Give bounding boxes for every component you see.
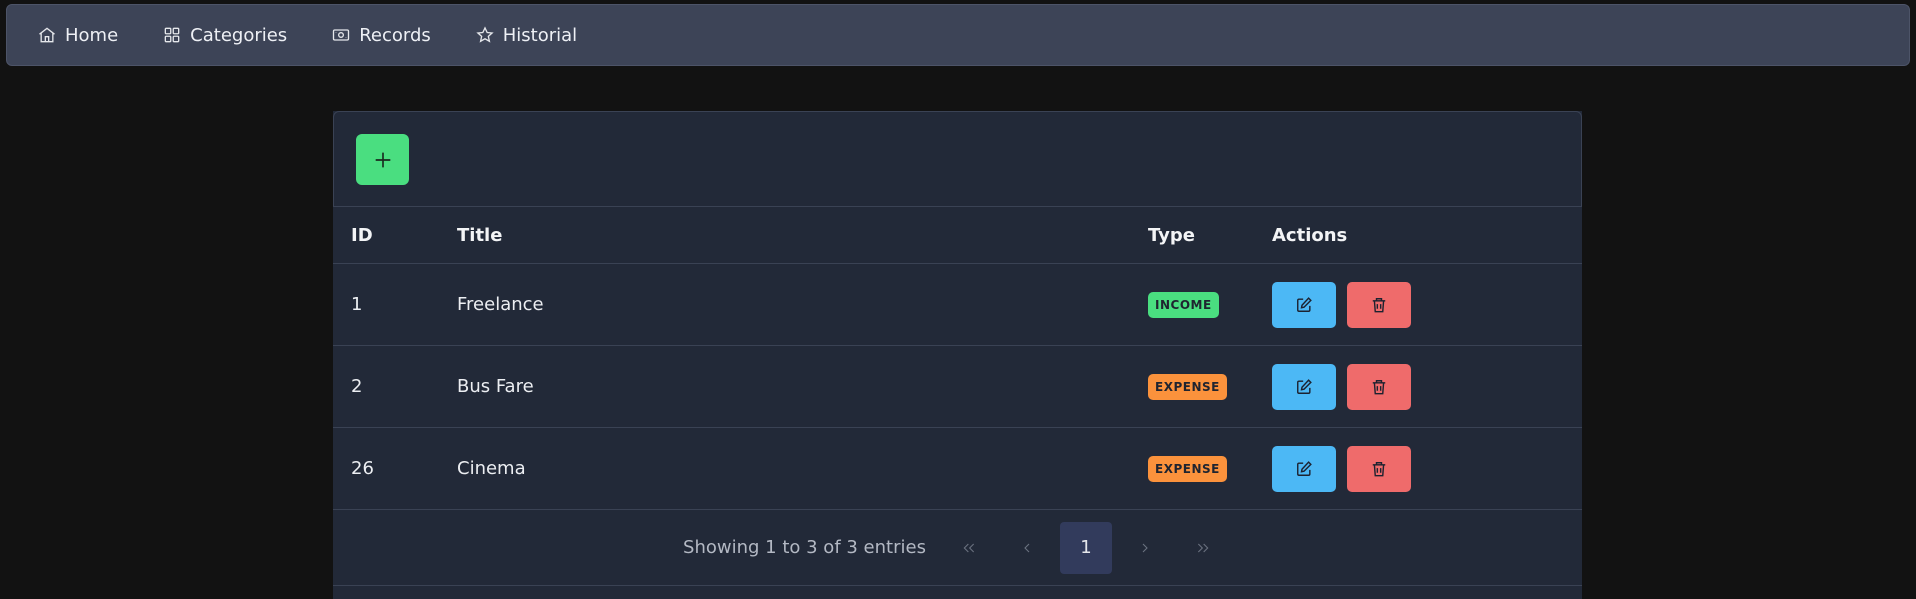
cell-id: 26 <box>351 458 374 479</box>
nav-item-label: Categories <box>190 24 288 46</box>
edit-icon <box>1297 460 1312 476</box>
top-navbar: Home Categories Records Historial <box>6 4 1910 66</box>
next-page-button[interactable] <box>1116 522 1174 574</box>
trash-icon <box>1372 297 1386 312</box>
money-icon <box>333 29 350 41</box>
table-header: ID Title Type Actions <box>333 207 1582 264</box>
nav-item-historial[interactable]: Historial <box>475 25 577 46</box>
cell-id: 2 <box>351 376 363 397</box>
prev-page-button[interactable] <box>998 522 1056 574</box>
cell-id: 1 <box>351 294 363 315</box>
nav-item-label: Historial <box>502 24 578 46</box>
edit-button[interactable] <box>1272 363 1336 410</box>
chevrons-left-icon <box>963 543 974 552</box>
cell-title: Freelance <box>457 294 544 315</box>
grid-icon <box>164 27 180 43</box>
header-id: ID <box>351 224 373 246</box>
table-row: 2 Bus Fare EXPENSE <box>333 346 1582 428</box>
records-card: ID Title Type Actions 1 Freelance INCOME… <box>333 111 1582 599</box>
delete-button[interactable] <box>1347 363 1411 410</box>
header-title: Title <box>457 224 503 246</box>
header-type: Type <box>1148 224 1195 246</box>
table-toolbar <box>333 111 1582 207</box>
nav-item-label: Home <box>65 24 119 46</box>
page-button-current[interactable]: 1 <box>1059 521 1112 574</box>
entries-summary: Showing 1 to 3 of 3 entries <box>683 537 926 558</box>
cell-title: Bus Fare <box>457 376 534 397</box>
nav-item-records[interactable]: Records <box>331 25 431 46</box>
last-page-button[interactable] <box>1174 522 1232 574</box>
chevron-right-icon <box>1142 543 1148 552</box>
table-row: 1 Freelance INCOME <box>333 264 1582 346</box>
delete-button[interactable] <box>1347 281 1411 328</box>
trash-icon <box>1372 379 1386 394</box>
edit-icon <box>1297 378 1312 394</box>
table-row: 26 Cinema EXPENSE <box>333 428 1582 510</box>
type-badge: INCOME <box>1148 291 1219 318</box>
pagination-bar: Showing 1 to 3 of 3 entries 1 <box>333 510 1582 586</box>
chevrons-right-icon <box>1197 543 1209 552</box>
first-page-button[interactable] <box>940 522 998 574</box>
star-icon <box>476 26 494 43</box>
trash-icon <box>1372 461 1386 476</box>
plus-icon <box>375 152 390 167</box>
edit-button[interactable] <box>1272 445 1336 492</box>
edit-icon <box>1297 296 1312 312</box>
nav-item-home[interactable]: Home <box>37 25 118 46</box>
add-record-button[interactable] <box>356 134 409 185</box>
cell-title: Cinema <box>457 458 526 479</box>
chevron-left-icon <box>1024 543 1030 552</box>
home-icon <box>39 27 55 43</box>
header-actions: Actions <box>1272 224 1348 246</box>
edit-button[interactable] <box>1272 281 1336 328</box>
nav-item-categories[interactable]: Categories <box>162 25 287 46</box>
type-badge: EXPENSE <box>1148 455 1227 482</box>
nav-item-label: Records <box>359 24 431 46</box>
delete-button[interactable] <box>1347 445 1411 492</box>
type-badge: EXPENSE <box>1148 373 1227 400</box>
